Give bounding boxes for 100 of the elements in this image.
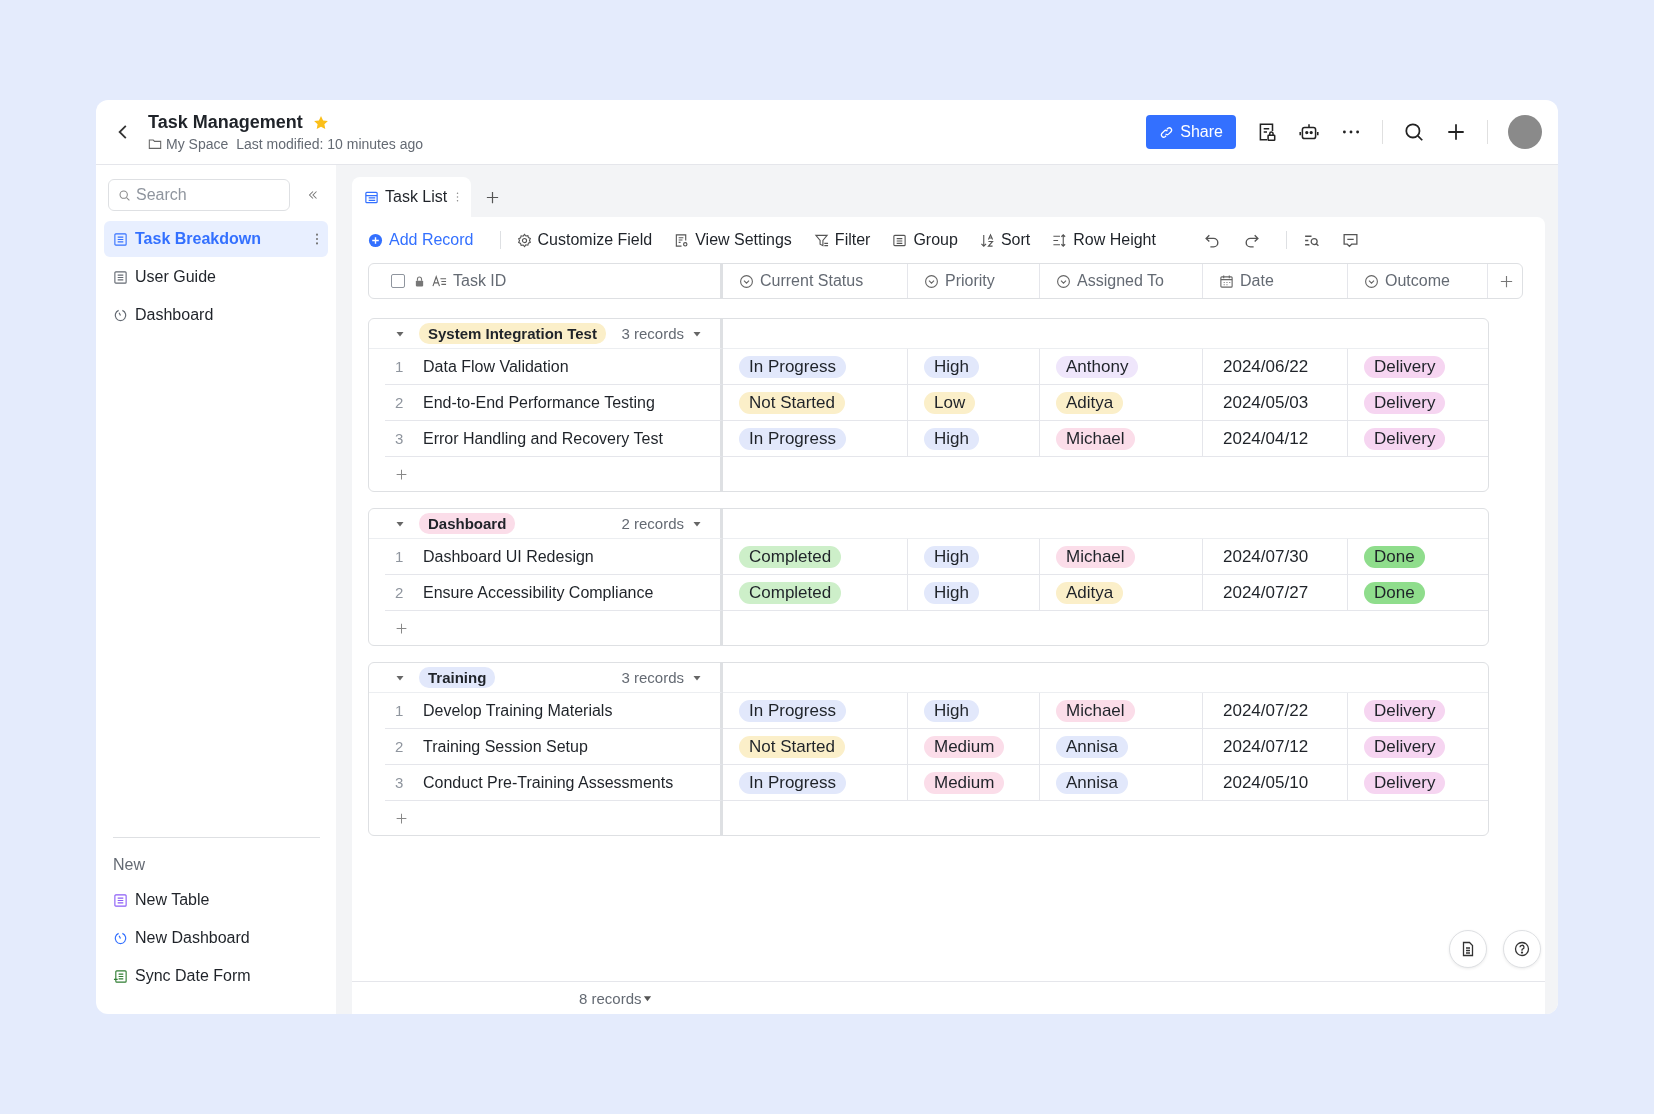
sort-icon: [979, 232, 995, 248]
column-header[interactable]: Date: [1203, 264, 1348, 298]
row-number: 2: [395, 584, 405, 601]
toolbar-button[interactable]: Filter: [813, 231, 882, 249]
toolbar-button[interactable]: Row Height: [1052, 231, 1167, 249]
column-header[interactable]: Priority: [908, 264, 1040, 298]
table-cell-text: 2024/06/22: [1222, 356, 1309, 377]
tag: Completed: [739, 545, 842, 568]
table-cell: Conduct Pre-Training Assessments: [423, 773, 674, 792]
gear-icon: [516, 232, 532, 248]
select-all-checkbox[interactable]: [391, 274, 405, 288]
star-icon[interactable]: [312, 114, 329, 131]
toolbar-button[interactable]: Add Record: [368, 231, 485, 249]
tag: In Progress: [739, 355, 846, 378]
table-cell-text: 2024/07/27: [1222, 582, 1309, 603]
tag: Aditya: [1056, 391, 1124, 414]
record-count[interactable]: 3 records: [621, 325, 684, 342]
breadcrumb-link[interactable]: My Space: [166, 136, 229, 152]
add-tab-icon[interactable]: [485, 189, 501, 205]
tag: Medium: [924, 735, 1005, 758]
tag: Delivery: [1364, 699, 1446, 722]
lock-icon: [413, 274, 426, 288]
more-vertical-icon[interactable]: [315, 232, 319, 246]
tag: Delivery: [1364, 771, 1446, 794]
column-header[interactable]: Current Status: [723, 264, 908, 298]
help-icon: [1514, 941, 1530, 957]
table-icon: [113, 231, 128, 247]
plus-circle-icon: [368, 232, 383, 248]
column-header[interactable]: Outcome: [1348, 264, 1488, 298]
collapse-icon[interactable]: [306, 188, 320, 202]
document-button[interactable]: [1449, 930, 1487, 968]
table-cell: Dashboard UI Redesign: [423, 547, 594, 566]
avatar[interactable]: [1508, 115, 1542, 149]
create-item[interactable]: Sync Date Form: [104, 958, 328, 994]
add-row-icon[interactable]: [395, 467, 408, 481]
table-cell-text: 2024/04/12: [1222, 428, 1309, 449]
toolbar-button[interactable]: Group: [892, 231, 969, 249]
group-label: System Integration Test: [419, 323, 606, 344]
tag: Done: [1364, 581, 1425, 604]
last-modified-text: Last modified: 10 minutes ago: [236, 136, 424, 152]
table-cell: Ensure Accessibility Compliance: [423, 583, 654, 602]
record-count-dropdown[interactable]: 8 records: [579, 989, 652, 1007]
tag: Medium: [924, 771, 1005, 794]
sidebar-item[interactable]: Task Breakdown: [104, 221, 328, 257]
tag: Delivery: [1364, 355, 1446, 378]
more-vertical-icon[interactable]: [456, 191, 460, 203]
comment-icon[interactable]: [1341, 231, 1359, 249]
tag: High: [924, 699, 979, 722]
view-tab[interactable]: Task List: [352, 177, 472, 217]
tag: Completed: [739, 581, 842, 604]
record-count[interactable]: 3 records: [621, 669, 684, 686]
search-icon: [118, 189, 131, 202]
table-cell: End-to-End Performance Testing: [423, 393, 655, 412]
record-count[interactable]: 2 records: [621, 515, 684, 532]
tag: Delivery: [1364, 735, 1446, 758]
search-icon[interactable]: [1403, 121, 1425, 143]
row-number: 1: [395, 548, 405, 565]
tag: Low: [924, 391, 976, 414]
add-column-icon[interactable]: [1498, 273, 1514, 289]
table-cell-text: 2024/07/30: [1222, 546, 1309, 567]
row-number: 3: [395, 430, 405, 447]
table-cell: Training Session Setup: [423, 737, 588, 756]
dropdown-circle-icon: [924, 273, 939, 289]
create-item[interactable]: New Dashboard: [104, 920, 328, 956]
link-icon: [1159, 124, 1175, 140]
tag: Done: [1364, 545, 1425, 568]
dropdown-circle-icon: [1364, 273, 1379, 289]
table-cell-text: 2024/05/10: [1222, 772, 1309, 793]
toolbar-button[interactable]: Customize Field: [516, 231, 664, 249]
row-number: 2: [395, 738, 405, 755]
add-row-icon[interactable]: [395, 811, 408, 825]
tag: Aditya: [1056, 581, 1124, 604]
filter-icon: [813, 232, 829, 248]
settings-icon: [674, 232, 690, 248]
tag: High: [924, 545, 979, 568]
tag: In Progress: [739, 771, 846, 794]
tag: In Progress: [739, 427, 846, 450]
row-number: 3: [395, 774, 405, 791]
toolbar-button[interactable]: Sort: [979, 231, 1042, 249]
plus-icon[interactable]: [1445, 121, 1467, 143]
calendar-icon: [1219, 273, 1234, 289]
tag: Anthony: [1056, 355, 1139, 378]
table-cell: Data Flow Validation: [423, 357, 569, 376]
add-row-icon[interactable]: [395, 621, 408, 635]
group-label: Dashboard: [419, 513, 516, 534]
column-header[interactable]: Task ID: [369, 264, 723, 298]
row-number: 1: [395, 702, 405, 719]
section-heading: New: [112, 855, 146, 875]
create-item[interactable]: New Table: [104, 882, 328, 918]
table-cell-text: 2024/05/03: [1222, 392, 1309, 413]
sidebar-item[interactable]: User Guide: [104, 259, 328, 295]
sidebar-item[interactable]: Dashboard: [104, 297, 328, 333]
tag: Delivery: [1364, 427, 1446, 450]
table-cell: Develop Training Materials: [423, 701, 613, 720]
tag: High: [924, 355, 979, 378]
help-button[interactable]: [1503, 930, 1541, 968]
column-header[interactable]: Assigned To: [1040, 264, 1203, 298]
share-button[interactable]: Share: [1146, 115, 1236, 149]
toolbar-button[interactable]: View Settings: [674, 231, 803, 249]
search-field[interactable]: Search: [108, 179, 290, 211]
